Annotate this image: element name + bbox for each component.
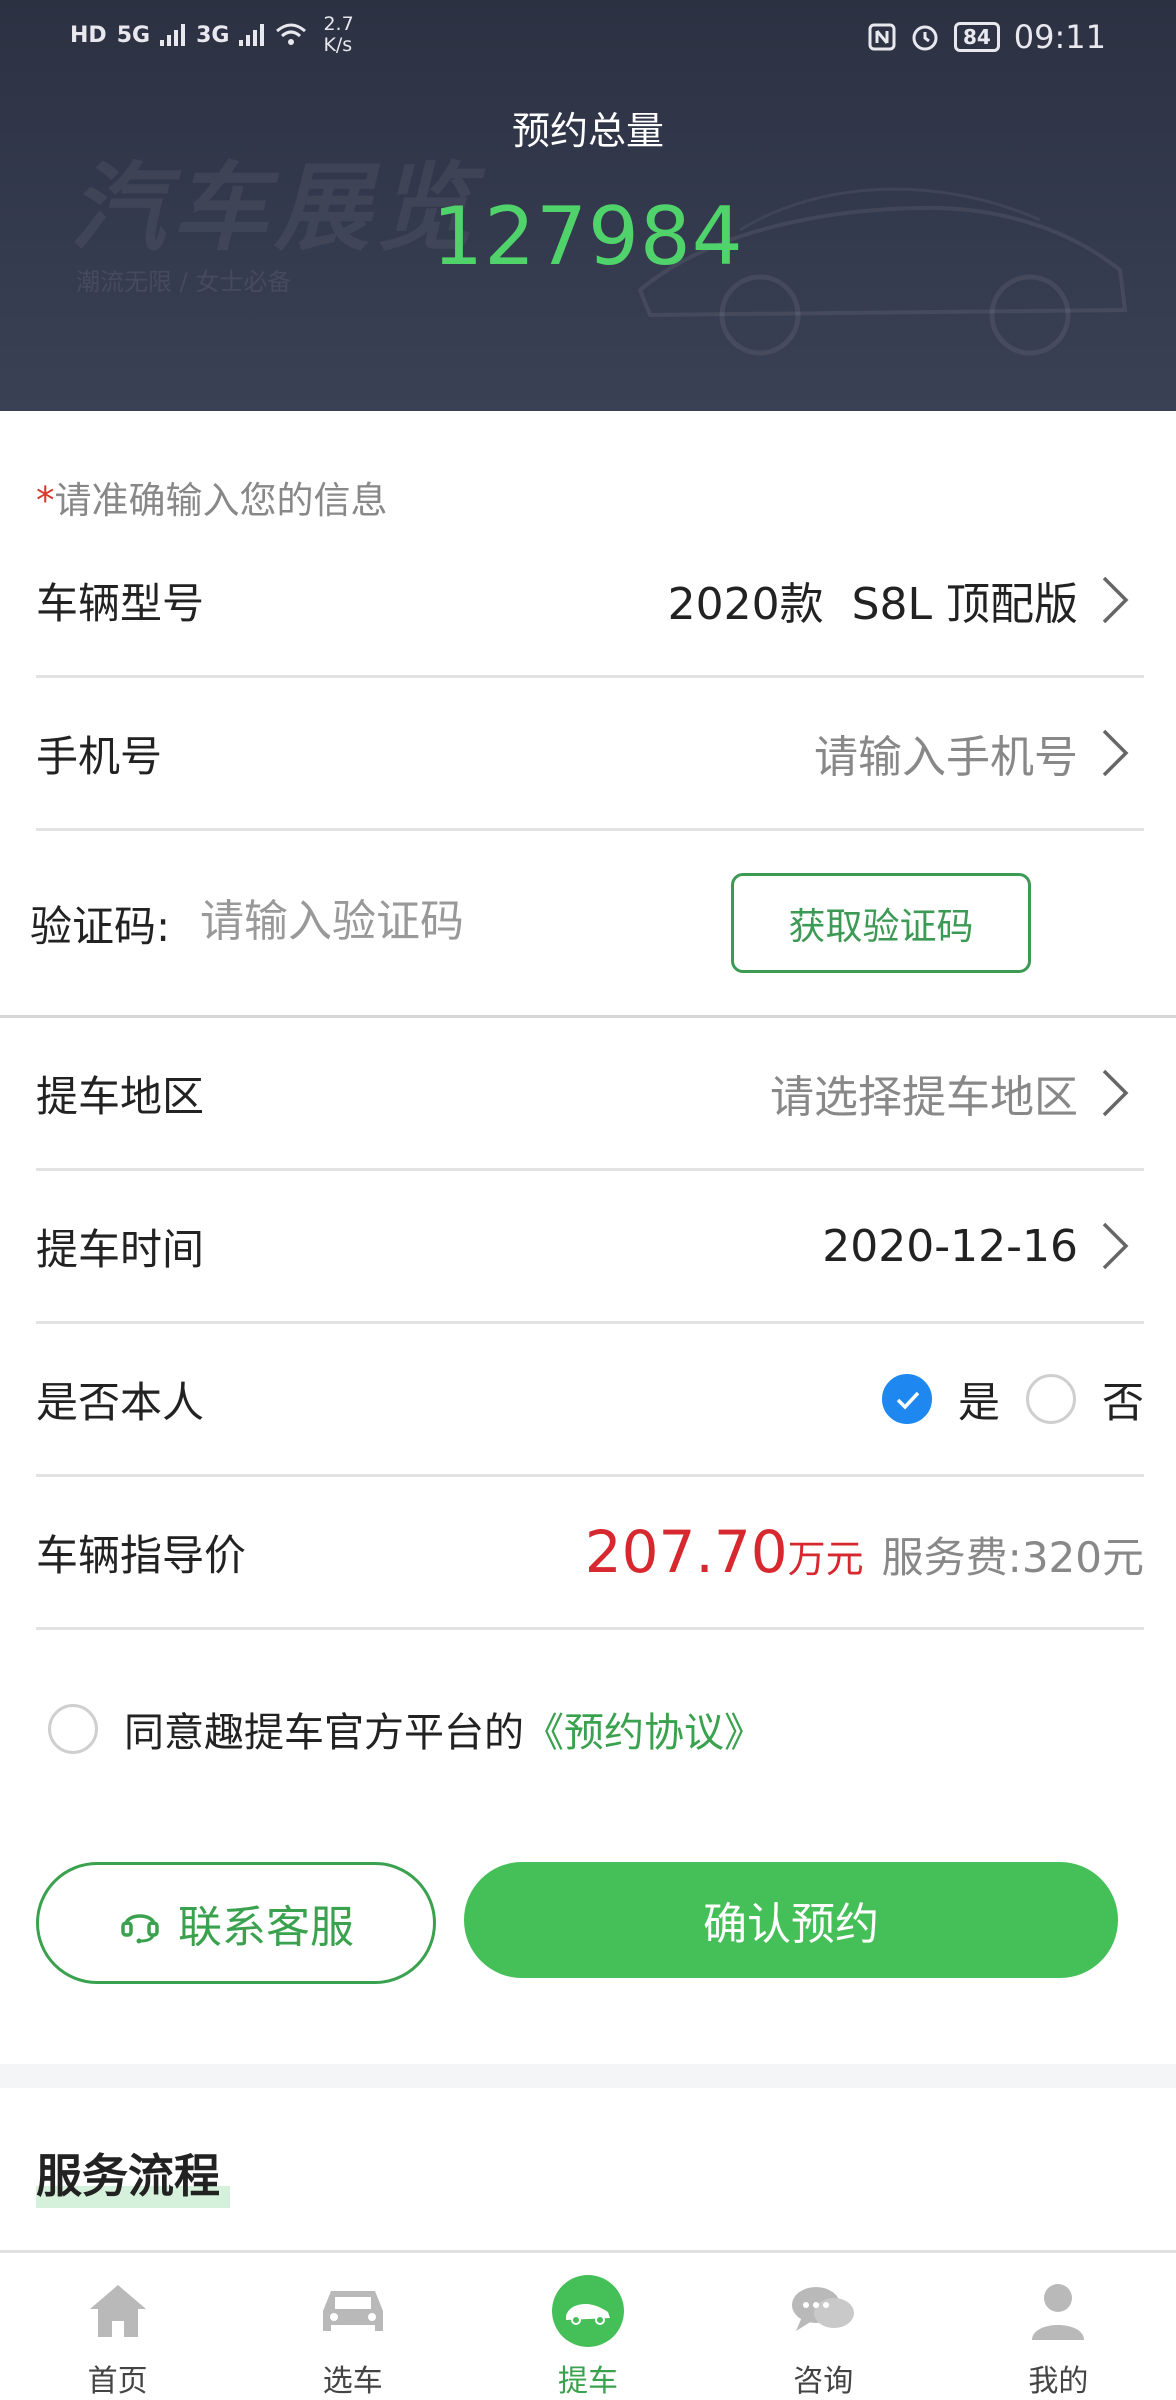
- form-tip: *请准确输入您的信息: [36, 470, 388, 524]
- is-self-radio-group: 是 否: [881, 1369, 1144, 1430]
- headset-icon: [121, 1914, 159, 1944]
- signal-bars-icon: [160, 24, 186, 46]
- section-divider: [0, 2064, 1176, 2088]
- verification-code-input[interactable]: [200, 881, 700, 961]
- phone-field[interactable]: 请输入手机号: [814, 721, 1144, 785]
- pickup-car-icon: [550, 2273, 626, 2348]
- radio-yes[interactable]: [881, 1374, 932, 1424]
- status-time: 09:11: [1013, 18, 1106, 56]
- check-icon: [896, 1391, 920, 1410]
- pickup-time-row[interactable]: 提车时间 2020-12-16: [36, 1171, 1144, 1324]
- tab-mine-label: 我的: [1028, 2364, 1089, 2399]
- phone-row[interactable]: 手机号 请输入手机号: [36, 678, 1144, 831]
- header-banner: 汽车展览 潮流无限 / 女士必备 HD 5G 3G 2.7 K/s 84 09:1…: [0, 0, 1176, 411]
- chevron-right-icon: [1102, 729, 1129, 777]
- pickup-time-value[interactable]: 2020-12-16: [822, 1220, 1144, 1272]
- service-fee: 服务费:320元: [881, 1533, 1144, 1582]
- guide-price-row: 车辆指导价 207.70 万元 服务费:320元: [36, 1477, 1144, 1630]
- service-process-title: 服务流程: [36, 2149, 220, 2203]
- verification-code-label: 验证码:: [30, 902, 171, 951]
- tab-consult-label: 咨询: [793, 2364, 854, 2399]
- agreement-text: 同意趣提车官方平台的: [124, 1710, 524, 1756]
- signal-bars-icon: [239, 24, 265, 46]
- radio-yes-label: 是: [957, 1377, 1000, 1427]
- net-speed: 2.7 K/s: [323, 13, 354, 56]
- region-label: 提车地区: [36, 1071, 205, 1121]
- car-icon: [315, 2273, 391, 2348]
- guide-price-value: 207.70 万元 服务费:320元: [585, 1518, 1144, 1586]
- tab-home-label: 首页: [87, 2364, 148, 2399]
- tab-consult[interactable]: 咨询: [706, 2253, 941, 2400]
- tab-choose-car[interactable]: 选车: [235, 2253, 470, 2400]
- home-icon: [80, 2273, 156, 2348]
- tab-pickup[interactable]: 提车: [470, 2253, 705, 2400]
- price-unit: 万元: [787, 1537, 864, 1581]
- phone-label: 手机号: [36, 731, 163, 781]
- required-star: *: [36, 479, 55, 522]
- region-row[interactable]: 提车地区 请选择提车地区: [36, 1018, 1144, 1171]
- pickup-time-label: 提车时间: [36, 1224, 205, 1274]
- contact-service-button[interactable]: 联系客服: [36, 1862, 436, 1984]
- battery-indicator: 84: [953, 22, 1000, 52]
- alarm-icon: [912, 25, 938, 51]
- get-code-button[interactable]: 获取验证码: [731, 873, 1031, 973]
- tab-home[interactable]: 首页: [0, 2253, 235, 2400]
- tab-mine[interactable]: 我的: [941, 2253, 1176, 2400]
- form-tip-text: 请准确输入您的信息: [54, 479, 388, 522]
- 5g-signal-icon: 5G: [116, 22, 151, 48]
- bottom-tab-bar: 首页 选车 提车 咨询 我的: [0, 2250, 1176, 2400]
- agreement-row: 同意趣提车官方平台的 《预约协议》: [48, 1700, 764, 1758]
- total-reservations-label: 预约总量: [511, 109, 664, 153]
- radio-no[interactable]: [1025, 1374, 1076, 1424]
- price-amount: 207.70: [584, 1518, 788, 1586]
- 3g-signal-icon: 3G: [196, 22, 230, 48]
- vehicle-model-value: 2020款 S8L 顶配版: [668, 568, 1144, 632]
- agreement-checkbox[interactable]: [48, 1704, 98, 1754]
- is-self-label: 是否本人: [36, 1377, 205, 1427]
- chat-icon: [785, 2273, 861, 2348]
- chevron-right-icon: [1102, 576, 1129, 624]
- tab-choose-car-label: 选车: [322, 2364, 383, 2399]
- vehicle-model-label: 车辆型号: [36, 578, 205, 628]
- total-reservations-value: 127984: [432, 190, 744, 283]
- status-bar: HD 5G 3G 2.7 K/s 84 09:11: [0, 0, 1176, 72]
- guide-price-label: 车辆指导价: [36, 1530, 247, 1580]
- tab-pickup-label: 提车: [558, 2364, 618, 2399]
- agreement-link[interactable]: 《预约协议》: [524, 1700, 764, 1758]
- hd-badge: HD: [70, 22, 107, 48]
- nfc-icon: [868, 23, 896, 51]
- chevron-right-icon: [1102, 1222, 1129, 1270]
- wifi-icon: [276, 23, 307, 45]
- is-self-row: 是否本人 是 否: [36, 1324, 1144, 1477]
- contact-service-label: 联系客服: [178, 1902, 354, 1953]
- chevron-right-icon: [1102, 1069, 1129, 1117]
- region-select[interactable]: 请选择提车地区: [770, 1061, 1144, 1125]
- user-icon: [1020, 2273, 1096, 2348]
- vehicle-model-row[interactable]: 车辆型号 2020款 S8L 顶配版: [36, 525, 1144, 678]
- verification-code-row: 验证码: 获取验证码: [0, 829, 1176, 1018]
- confirm-reservation-button[interactable]: 确认预约: [464, 1862, 1118, 1978]
- radio-no-label: 否: [1101, 1377, 1144, 1427]
